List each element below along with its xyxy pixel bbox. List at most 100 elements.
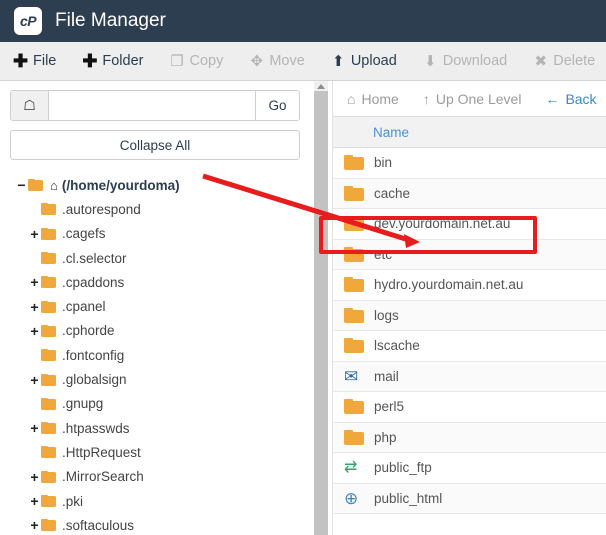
file-row[interactable]: php [333,422,606,453]
tree-item[interactable]: + .softaculous [10,513,300,535]
tree-item[interactable]: + .cphorde [10,319,300,343]
expand-icon[interactable]: + [28,324,41,338]
file-row[interactable]: cache [333,178,606,209]
tree-item[interactable]: + .cpaddons [10,270,300,294]
file-name-label: mail [374,368,399,384]
file-name-label: hydro.yourdomain.net.au [374,277,524,293]
file-manager-app: cP File Manager ✚ File ✚ Folder ❐ Copy ✥ Move ⬆ U… [0,0,606,535]
expand-icon[interactable]: + [28,300,41,314]
directory-tree: − ⌂ (/home/yourdoma) .autorespond + .cagefs .c… [10,173,300,535]
tree-item[interactable]: − ⌂ (/home/yourdoma) [10,173,300,197]
tree-item[interactable]: + .pki [10,489,300,513]
main-toolbar: ✚ File ✚ Folder ❐ Copy ✥ Move ⬆ Upload ⬇ Download ✖ D… [0,42,606,81]
tree-item[interactable]: .fontconfig [10,343,300,367]
file-name-label: dev.yourdomain.net.au [374,216,511,232]
toolbar-button-label: Copy [189,53,224,69]
folder-icon [344,306,368,324]
file-row[interactable]: dev.yourdomain.net.au [333,209,606,240]
toolbar-file-button[interactable]: ✚ File [0,42,69,80]
folder-icon [41,324,56,337]
body-split: ☖ Go Collapse All − ⌂ (/home/yourdoma) .aut… [0,81,606,535]
toolbar-download-button: ⬇ Download [410,42,521,80]
expand-icon[interactable]: + [28,275,41,289]
file-row[interactable]: bin [333,148,606,179]
tree-item[interactable]: .gnupg [10,392,300,416]
tree-item-label: .cphorde [62,323,115,339]
toolbar-button-label: Download [442,53,508,69]
toolbar-delete-button: ✖ Delete [520,42,606,80]
tree-item[interactable]: + .htpasswds [10,416,300,440]
copy-icon: ❐ [170,52,184,70]
file-name-label: php [374,429,397,445]
left-arrow-icon: ← [545,90,560,107]
file-row[interactable]: ⇄ public_ftp [333,453,606,484]
file-row[interactable]: perl5 [333,392,606,423]
nav-home-button[interactable]: ⌂ Home [347,91,399,107]
path-input[interactable] [49,91,255,120]
file-row[interactable]: logs [333,300,606,331]
file-name-label: public_ftp [374,460,432,476]
expand-icon[interactable]: + [28,227,41,241]
tree-item-label: .autorespond [62,201,141,217]
up-arrow-icon: ↑ [422,90,430,107]
file-name-label: cache [374,185,411,201]
tree-item[interactable]: .HttpRequest [10,440,300,464]
column-header-name-label: Name [373,124,410,140]
tree-item-label: .softaculous [62,517,135,533]
plus-icon: ✚ [12,51,29,71]
file-nav-bar: ⌂ Home ↑ Up One Level ← Back [333,81,606,117]
tree-item-label: .cpaddons [62,274,125,290]
file-row[interactable]: hydro.yourdomain.net.au [333,270,606,301]
folder-icon [344,245,368,263]
nav-button-label: Up One Level [435,90,522,107]
collapse-icon[interactable]: − [15,178,28,192]
collapse-all-button[interactable]: Collapse All [10,130,300,160]
home-icon: ⌂ [347,90,356,107]
expand-icon[interactable]: + [28,470,41,484]
tree-item[interactable]: .autorespond [10,197,300,221]
column-header-name[interactable]: Name [333,117,606,148]
tree-item-label: .gnupg [62,396,104,412]
folder-icon [344,398,368,416]
toolbar-copy-button: ❐ Copy [156,42,236,80]
folder-icon [41,373,56,386]
file-row[interactable]: ⊕ public_html [333,483,606,514]
tree-item[interactable]: + .globalsign [10,367,300,391]
expand-icon[interactable]: + [28,518,41,532]
scroll-up-arrow-icon[interactable] [314,81,328,91]
ftp-icon: ⇄ [344,458,358,476]
tree-item-label: .globalsign [62,372,127,388]
folder-icon [41,519,56,532]
tree-item[interactable]: .cl.selector [10,246,300,270]
file-name-label: etc [374,246,393,262]
toolbar-folder-button[interactable]: ✚ Folder [69,42,156,80]
folder-icon [41,300,56,313]
mail-icon: ✉ [344,366,359,386]
toolbar-button-label: Delete [553,53,596,69]
home-icon[interactable]: ☖ [11,91,49,120]
folder-icon [41,495,56,507]
expand-icon[interactable]: + [28,421,41,435]
panel-scrollbar[interactable] [310,81,332,535]
expand-icon[interactable]: + [28,494,41,508]
folder-icon [28,179,43,192]
tree-item-label: .pki [62,493,84,509]
file-row[interactable]: ✉ mail [333,361,606,392]
go-button[interactable]: Go [255,91,299,120]
tree-item[interactable]: + .MirrorSearch [10,465,300,489]
file-list: bin cache dev.yourdomain.net.au etc hydro.yo… [333,148,606,514]
file-name-label: logs [374,307,399,323]
toolbar-upload-button[interactable]: ⬆ Upload [318,42,410,80]
tree-item[interactable]: + .cagefs [10,222,300,246]
tree-item[interactable]: + .cpanel [10,294,300,318]
file-row[interactable]: lscache [333,331,606,362]
home-icon: ⌂ [50,177,58,193]
directory-tree-panel: ☖ Go Collapse All − ⌂ (/home/yourdoma) .aut… [0,81,310,535]
expand-icon[interactable]: + [28,373,41,387]
file-row[interactable]: etc [333,239,606,270]
nav-back-button[interactable]: ← Back [545,91,596,107]
scrollbar-track[interactable] [314,89,328,535]
nav-up-one-level-button[interactable]: ↑ Up One Level [423,91,522,107]
folder-icon [41,397,56,410]
move-icon: ✥ [250,52,264,70]
